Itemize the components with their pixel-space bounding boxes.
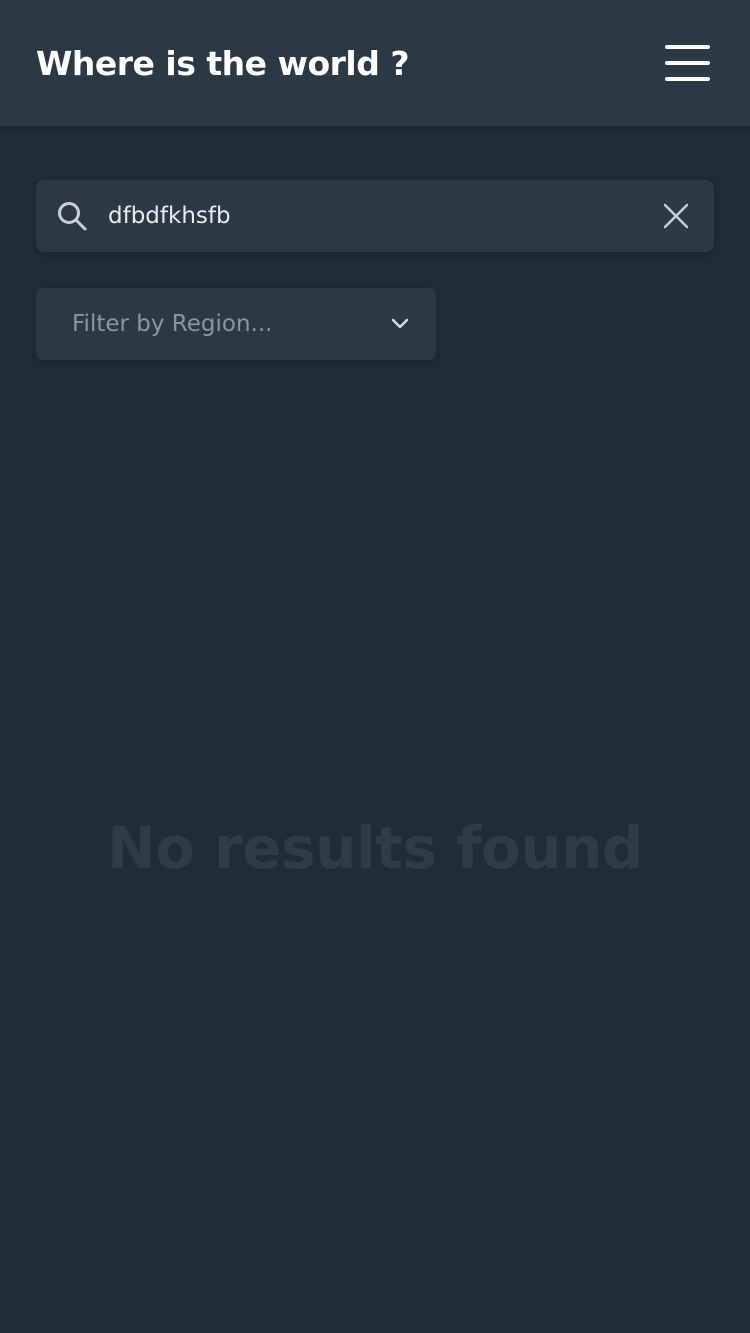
region-filter-placeholder: Filter by Region... — [72, 311, 273, 337]
search-box[interactable] — [36, 180, 714, 252]
menu-button[interactable] — [660, 40, 714, 86]
region-filter-dropdown[interactable]: Filter by Region... — [36, 288, 436, 360]
no-results-message: No results found — [107, 814, 643, 882]
search-input[interactable] — [108, 196, 648, 236]
chevron-down-icon — [391, 318, 409, 329]
app-header: Where is the world ? — [0, 0, 750, 126]
app-title: Where is the world ? — [36, 44, 410, 83]
search-icon — [58, 202, 87, 231]
close-icon[interactable] — [662, 202, 690, 230]
hamburger-menu-icon — [665, 45, 710, 81]
